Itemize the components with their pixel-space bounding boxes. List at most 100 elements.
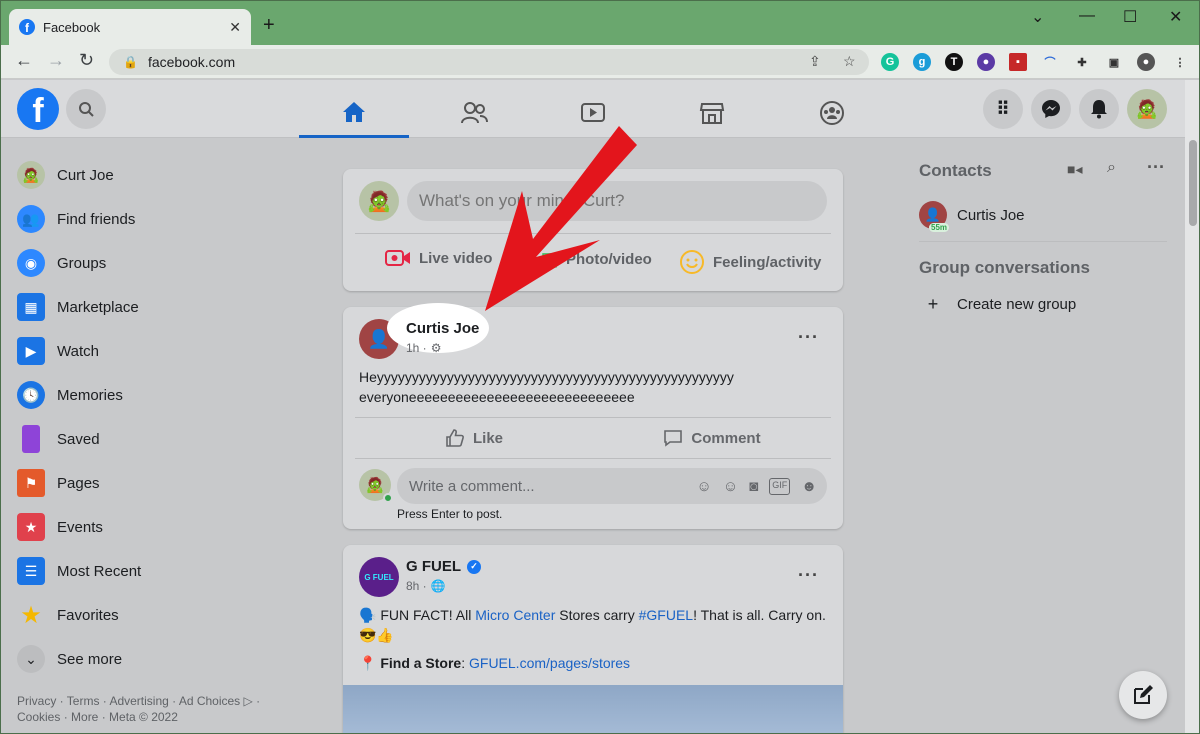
feeling-activity-button[interactable]: Feeling/activity <box>679 249 821 275</box>
account-avatar[interactable]: 🧟 <box>1127 89 1167 129</box>
post-author-name[interactable]: G FUEL <box>406 558 461 575</box>
sidebar-item-label: Favorites <box>57 606 119 624</box>
post-options-button[interactable]: ··· <box>798 327 819 348</box>
share-icon[interactable]: ⇪ <box>809 53 821 70</box>
grammarly-extension-icon[interactable]: G <box>881 53 899 71</box>
emoji-icon[interactable]: ☺ <box>723 478 738 495</box>
sidebar-item-saved[interactable]: Saved <box>9 417 299 461</box>
friends-icon <box>461 102 488 124</box>
contacts-title: Contacts <box>919 161 992 180</box>
sidebar-item-see-more[interactable]: ⌄ See more <box>9 637 299 681</box>
minimize-button[interactable]: — <box>1079 7 1095 25</box>
like-button[interactable]: Like <box>355 418 593 458</box>
sidebar-item-events[interactable]: ★ Events <box>9 505 299 549</box>
messenger-button[interactable] <box>1031 89 1071 129</box>
tab-close-icon[interactable]: ✕ <box>229 19 241 36</box>
live-video-button[interactable]: Live video <box>385 249 492 267</box>
gfuel-hashtag-link[interactable]: #GFUEL <box>639 607 693 623</box>
sidebar-item-label: Curt Joe <box>57 166 114 184</box>
gif-icon[interactable]: GIF <box>769 477 791 495</box>
more-dots-icon: ··· <box>798 565 819 585</box>
divider <box>919 241 1167 242</box>
extension-globe-icon[interactable]: ● <box>977 53 995 71</box>
watch-tab[interactable] <box>538 88 648 138</box>
sidebar-item-label: Events <box>57 518 103 536</box>
facebook-logo-icon[interactable]: f <box>17 88 59 130</box>
active-time-badge: 55m <box>929 223 950 232</box>
photo-video-button[interactable]: ▣ Photo/video <box>541 249 652 270</box>
notifications-button[interactable] <box>1079 89 1119 129</box>
post-text-segment: Stores carry <box>555 607 639 623</box>
pages-icon: ⚑ <box>17 469 45 497</box>
page-scrollbar[interactable] <box>1185 80 1199 733</box>
extension-arc-icon[interactable]: ⌒ <box>1041 53 1059 71</box>
friends-tab[interactable] <box>419 88 529 138</box>
reload-icon[interactable]: ↻ <box>79 50 94 71</box>
more-dots-icon[interactable]: ··· <box>1147 157 1165 178</box>
more-dots-icon: ··· <box>798 327 819 347</box>
create-group-button[interactable]: + Create new group <box>919 290 1169 318</box>
browser-tab[interactable]: f Facebook ✕ <box>9 9 251 45</box>
back-icon[interactable]: ← <box>15 50 33 71</box>
watch-icon: ▶ <box>17 337 45 365</box>
tab-search-icon[interactable]: ⌄ <box>1031 7 1044 27</box>
contacts-search-icon[interactable]: ⌕ <box>1107 159 1116 177</box>
sidebar-item-label: Find friends <box>57 210 136 228</box>
groups-tab[interactable] <box>777 88 887 138</box>
marketplace-tab[interactable] <box>657 88 767 138</box>
tab-strip: f Facebook ✕ + ⌄ — ☐ ✕ <box>1 1 1199 45</box>
search-button[interactable] <box>66 89 106 129</box>
composer-input[interactable] <box>407 181 827 221</box>
contact-item[interactable]: 👤 55m Curtis Joe <box>919 193 1169 237</box>
press-enter-hint: Press Enter to post. <box>397 507 503 521</box>
browser-toolbar: ← → ↻ 🔒 facebook.com ⇪ ☆ G g T ● ▪ ⌒ ✚ ▣… <box>1 45 1199 79</box>
sidebar-item-profile[interactable]: 🧟 Curt Joe <box>9 153 299 197</box>
video-call-icon[interactable]: ■◂ <box>1067 161 1082 178</box>
post-image[interactable] <box>343 685 843 733</box>
avatar-sticker-icon[interactable]: ☺ <box>696 478 711 495</box>
sticker-icon[interactable]: ☻ <box>801 478 817 495</box>
store-link[interactable]: GFUEL.com/pages/stores <box>469 655 630 671</box>
chevron-down-icon: ⌄ <box>17 645 45 673</box>
maximize-button[interactable]: ☐ <box>1123 7 1137 27</box>
extension-t-icon[interactable]: T <box>945 53 963 71</box>
facebook-header: f ⠿ 🧟 <box>1 80 1185 138</box>
bookmark-star-icon[interactable]: ☆ <box>843 53 856 70</box>
forward-icon[interactable]: → <box>47 50 65 71</box>
new-tab-button[interactable]: + <box>263 14 275 37</box>
gfuel-avatar[interactable]: G FUEL <box>359 557 399 597</box>
menu-button[interactable]: ⠿ <box>983 89 1023 129</box>
comment-button[interactable]: Comment <box>593 418 831 458</box>
extension-g-icon[interactable]: g <box>913 53 931 71</box>
home-tab[interactable] <box>299 88 409 138</box>
new-message-button[interactable] <box>1119 671 1167 719</box>
sidebar-item-memories[interactable]: 🕓 Memories <box>9 373 299 417</box>
post-time[interactable]: 1h · <box>406 341 427 355</box>
compose-icon <box>1134 685 1153 704</box>
sidebar-item-marketplace[interactable]: ▦ Marketplace <box>9 285 299 329</box>
sidebar-item-find-friends[interactable]: 👥 Find friends <box>9 197 299 241</box>
post-author-name[interactable]: Curtis Joe <box>406 320 479 337</box>
comment-input[interactable]: Write a comment... ☺ ☺ ◙ GIF ☻ <box>397 468 827 504</box>
address-bar[interactable]: 🔒 facebook.com ⇪ ☆ <box>109 49 869 75</box>
camera-icon[interactable]: ◙ <box>749 478 758 495</box>
sidebar-item-watch[interactable]: ▶ Watch <box>9 329 299 373</box>
like-label: Like <box>472 429 503 447</box>
extension-red-icon[interactable]: ▪ <box>1009 53 1027 71</box>
sidebar-item-favorites[interactable]: ★ Favorites <box>9 593 299 637</box>
extensions-puzzle-icon[interactable]: ✚ <box>1073 53 1091 71</box>
marketplace-icon <box>699 103 725 124</box>
sidebar-item-most-recent[interactable]: ☰ Most Recent <box>9 549 299 593</box>
tab-title: Facebook <box>43 19 101 35</box>
post-options-button[interactable]: ··· <box>798 565 819 586</box>
side-panel-icon[interactable]: ▣ <box>1105 53 1123 71</box>
close-window-button[interactable]: ✕ <box>1169 7 1182 27</box>
profile-avatar-icon[interactable]: ● <box>1137 53 1155 71</box>
scrollbar-thumb[interactable] <box>1189 140 1197 226</box>
sidebar-item-groups[interactable]: ◉ Groups <box>9 241 299 285</box>
footer-links[interactable]: Privacy · Terms · Advertising · Ad Choic… <box>17 693 277 725</box>
micro-center-link[interactable]: Micro Center <box>475 607 555 623</box>
browser-menu-icon[interactable]: ⋮ <box>1171 53 1189 71</box>
sidebar-item-pages[interactable]: ⚑ Pages <box>9 461 299 505</box>
post-time[interactable]: 8h · <box>406 579 427 593</box>
